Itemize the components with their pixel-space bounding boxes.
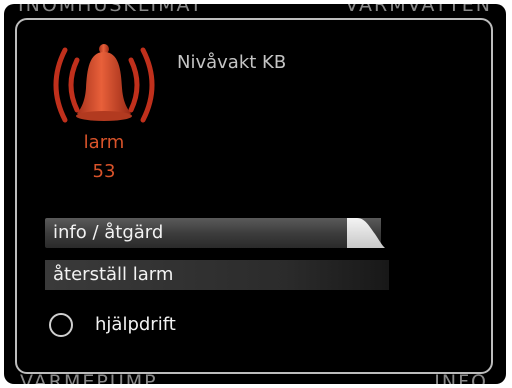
bg-menu-hot-water: VARMVATTEN bbox=[345, 4, 492, 16]
display-screen: INOMHUSKLIMAT VARMVATTEN VÄRMEPUMP INFO bbox=[4, 4, 506, 384]
info-action-button[interactable]: info / åtgärd bbox=[45, 218, 381, 248]
bg-menu-info: INFO bbox=[434, 371, 488, 385]
bell-alarm-icon bbox=[39, 40, 169, 130]
alarm-label: larm bbox=[83, 132, 125, 153]
reset-alarm-button[interactable]: återställ larm bbox=[45, 260, 389, 290]
alarm-title: Nivåvakt KB bbox=[177, 52, 287, 73]
aux-operation-label: hjälpdrift bbox=[95, 314, 176, 335]
radio-button[interactable] bbox=[49, 313, 73, 337]
selected-tab-indicator bbox=[347, 218, 385, 248]
bg-menu-heat-pump: VÄRMEPUMP bbox=[20, 371, 158, 385]
bg-menu-indoor-climate: INOMHUSKLIMAT bbox=[18, 4, 204, 16]
aux-operation-option[interactable]: hjälpdrift bbox=[47, 312, 247, 342]
alarm-dialog: Nivåvakt KB larm 53 info / åtgärd återst… bbox=[15, 18, 493, 374]
alarm-code: 53 bbox=[92, 161, 116, 182]
